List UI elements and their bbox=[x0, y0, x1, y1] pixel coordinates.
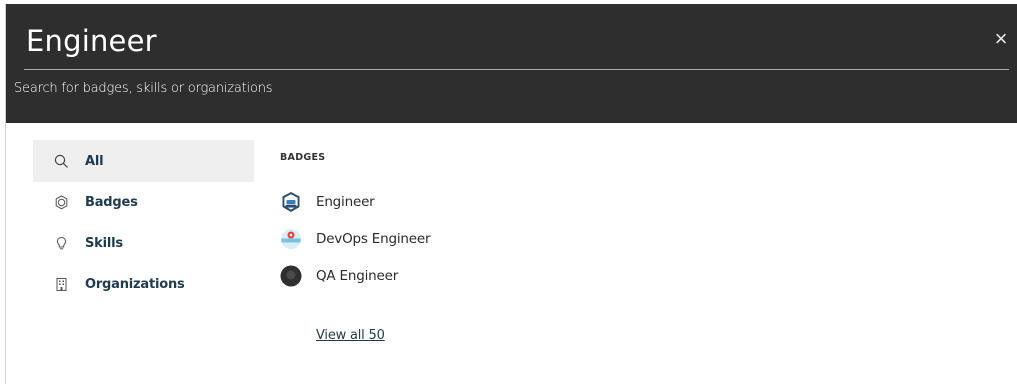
view-all-link[interactable]: View all 50 bbox=[316, 328, 385, 343]
sidebar-item-badges[interactable]: Badges bbox=[33, 181, 254, 223]
lightbulb-icon bbox=[53, 235, 69, 251]
badge-name: QA Engineer bbox=[316, 267, 399, 284]
devops-badge-icon bbox=[280, 228, 302, 250]
sidebar-item-organizations[interactable]: Organizations bbox=[33, 263, 254, 305]
search-input[interactable] bbox=[24, 18, 1009, 70]
building-icon bbox=[53, 276, 69, 292]
sidebar-item-label: Skills bbox=[85, 235, 123, 251]
list-item[interactable]: Engineer bbox=[280, 183, 780, 220]
qa-badge-icon bbox=[280, 265, 302, 287]
close-icon: × bbox=[994, 26, 1008, 51]
badge-name: Engineer bbox=[316, 193, 375, 210]
badge-name: DevOps Engineer bbox=[316, 230, 431, 247]
filter-sidebar: All Badges Skills Organizations bbox=[33, 140, 254, 305]
list-item[interactable]: DevOps Engineer bbox=[280, 220, 780, 257]
search-icon bbox=[53, 153, 69, 169]
sidebar-item-skills[interactable]: Skills bbox=[33, 222, 254, 264]
search-hint: Search for badges, skills or organizatio… bbox=[14, 81, 273, 96]
engineer-badge-icon bbox=[280, 191, 302, 213]
sidebar-item-label: Organizations bbox=[85, 276, 185, 292]
section-title: BADGES bbox=[280, 152, 326, 163]
search-header: × Search for badges, skills or organizat… bbox=[6, 4, 1017, 123]
list-item[interactable]: QA Engineer bbox=[280, 257, 780, 294]
results-panel: BADGES Engineer DevOps Engineer QA Engin… bbox=[280, 152, 780, 294]
sidebar-item-label: Badges bbox=[85, 194, 138, 210]
badge-icon bbox=[53, 194, 69, 210]
sidebar-item-label: All bbox=[85, 153, 104, 169]
sidebar-item-all[interactable]: All bbox=[33, 140, 254, 182]
close-button[interactable]: × bbox=[990, 28, 1012, 50]
